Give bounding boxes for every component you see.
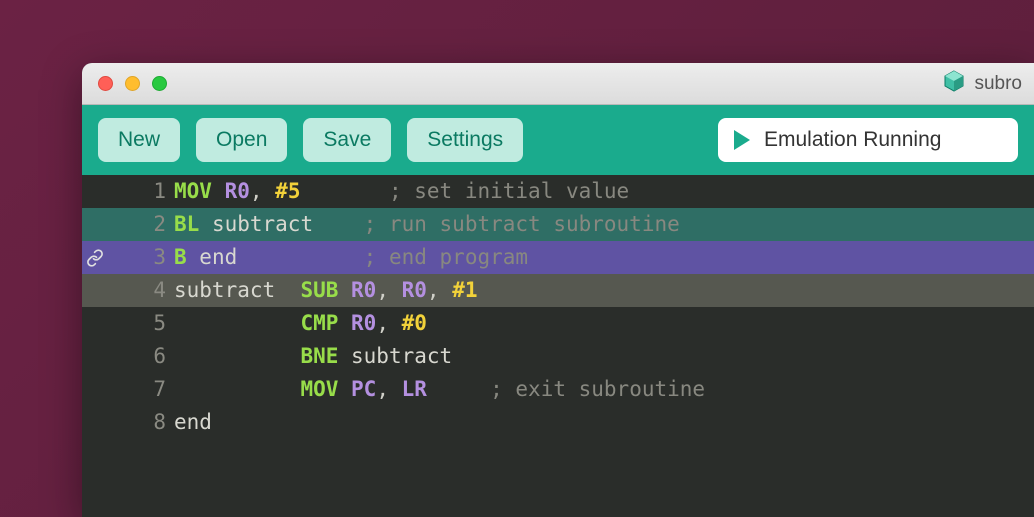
code-editor[interactable]: 1MOV R0, #5 ; set initial value2BL subtr…: [82, 175, 1034, 439]
code-content: CMP R0, #0: [174, 307, 427, 340]
emulation-status[interactable]: Emulation Running: [718, 118, 1018, 162]
code-line[interactable]: 6 BNE subtract: [82, 340, 1034, 373]
new-button[interactable]: New: [98, 118, 180, 162]
code-line[interactable]: 1MOV R0, #5 ; set initial value: [82, 175, 1034, 208]
open-button[interactable]: Open: [196, 118, 287, 162]
line-number: 1: [82, 175, 174, 208]
line-number: 2: [82, 208, 174, 241]
window-title-group: subro: [942, 63, 1022, 104]
window-title: subro: [974, 73, 1022, 95]
line-number: 5: [82, 307, 174, 340]
code-line[interactable]: 8end: [82, 406, 1034, 439]
close-window-button[interactable]: [98, 76, 113, 91]
app-cube-icon: [942, 69, 966, 99]
app-window: subro New Open Save Settings Emulation R…: [82, 63, 1034, 517]
code-content: end: [174, 406, 212, 439]
save-button[interactable]: Save: [303, 118, 391, 162]
line-number: 4: [82, 274, 174, 307]
code-content: BNE subtract: [174, 340, 452, 373]
code-line[interactable]: 3B end ; end program: [82, 241, 1034, 274]
code-line[interactable]: 2BL subtract ; run subtract subroutine: [82, 208, 1034, 241]
line-number: 8: [82, 406, 174, 439]
code-content: MOV PC, LR ; exit subroutine: [174, 373, 705, 406]
code-content: subtract SUB R0, R0, #1: [174, 274, 478, 307]
line-number: 6: [82, 340, 174, 373]
code-line[interactable]: 5 CMP R0, #0: [82, 307, 1034, 340]
code-line[interactable]: 7 MOV PC, LR ; exit subroutine: [82, 373, 1034, 406]
window-controls: [98, 76, 167, 91]
line-number: 7: [82, 373, 174, 406]
toolbar: New Open Save Settings Emulation Running: [82, 105, 1034, 175]
settings-button[interactable]: Settings: [407, 118, 523, 162]
link-icon[interactable]: [82, 241, 108, 274]
code-line[interactable]: 4subtract SUB R0, R0, #1: [82, 274, 1034, 307]
titlebar[interactable]: subro: [82, 63, 1034, 105]
minimize-window-button[interactable]: [125, 76, 140, 91]
code-content: BL subtract ; run subtract subroutine: [174, 208, 680, 241]
code-content: MOV R0, #5 ; set initial value: [174, 175, 629, 208]
code-content: B end ; end program: [174, 241, 528, 274]
zoom-window-button[interactable]: [152, 76, 167, 91]
status-text: Emulation Running: [764, 128, 941, 152]
play-icon: [734, 130, 750, 150]
